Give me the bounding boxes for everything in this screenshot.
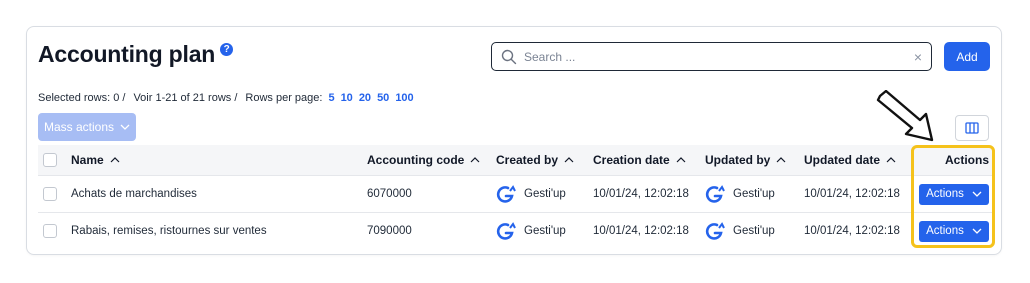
sort-up-icon [676, 157, 686, 163]
gestiup-logo-icon [705, 185, 725, 203]
gestiup-logo-icon [496, 222, 516, 240]
table-row[interactable]: Achats de marchandises 6070000 Gesti'up … [38, 175, 992, 212]
table-header: Name Accounting code Created by Creation… [38, 145, 992, 175]
cell-updated-by: Gesti'up [705, 222, 804, 240]
add-button[interactable]: Add [944, 42, 990, 71]
mass-actions-label: Mass actions [43, 120, 115, 134]
search-icon [501, 49, 517, 64]
actions-column-highlight [911, 145, 995, 248]
column-header-updated-date[interactable]: Updated date [804, 153, 917, 167]
gestiup-logo-icon [705, 222, 725, 240]
row-checkbox[interactable] [43, 224, 57, 238]
select-all-checkbox[interactable] [43, 153, 57, 167]
cell-created-by: Gesti'up [496, 185, 593, 203]
page-title: Accounting plan [38, 41, 216, 67]
cell-name: Achats de marchandises [71, 188, 197, 200]
sort-up-icon [470, 157, 480, 163]
table-row[interactable]: Rabais, remises, ristournes sur ventes 7… [38, 212, 992, 249]
column-header-created-by[interactable]: Created by [496, 153, 593, 167]
column-header-creation-date[interactable]: Creation date [593, 153, 705, 167]
mass-actions-button[interactable]: Mass actions [38, 113, 136, 141]
cell-creation-date: 10/01/24, 12:02:18 [593, 225, 689, 237]
accounting-plan-card: Accounting plan ? × Add Selected rows: 0… [26, 26, 1002, 255]
page-size-100[interactable]: 100 [395, 92, 413, 104]
page-size-5[interactable]: 5 [328, 92, 334, 104]
column-header-code[interactable]: Accounting code [367, 153, 496, 167]
clear-search-icon[interactable]: × [914, 49, 922, 65]
rows-per-page-label: Rows per page: [245, 92, 323, 104]
page-size-10[interactable]: 10 [341, 92, 353, 104]
column-header-updated-by[interactable]: Updated by [705, 153, 804, 167]
cell-code: 7090000 [367, 225, 412, 237]
cell-updated-date: 10/01/24, 12:02:18 [804, 225, 900, 237]
cell-updated-by: Gesti'up [705, 185, 804, 203]
search-input[interactable] [524, 49, 914, 64]
cell-code: 6070000 [367, 188, 412, 200]
sort-up-icon [886, 157, 896, 163]
search-box: × [491, 42, 932, 71]
pointer-arrow-icon [876, 90, 934, 142]
chevron-down-icon [120, 124, 130, 130]
sort-up-icon [776, 157, 786, 163]
columns-icon [965, 122, 979, 134]
cell-updated-date: 10/01/24, 12:02:18 [804, 188, 900, 200]
sort-up-icon [564, 157, 574, 163]
cell-name: Rabais, remises, ristournes sur ventes [71, 225, 267, 237]
title-row: Accounting plan ? [38, 41, 234, 68]
cell-creation-date: 10/01/24, 12:02:18 [593, 188, 689, 200]
accounting-table: Name Accounting code Created by Creation… [38, 145, 992, 249]
column-header-name[interactable]: Name [71, 153, 367, 167]
page-size-20[interactable]: 20 [359, 92, 371, 104]
sort-up-icon [110, 157, 120, 163]
columns-toggle-button[interactable] [955, 115, 989, 141]
table-meta: Selected rows: 0 / Voir 1-21 of 21 rows … [38, 92, 414, 104]
selected-rows-text: Selected rows: 0 / [38, 92, 126, 104]
question-icon[interactable]: ? [220, 43, 234, 56]
gestiup-logo-icon [496, 185, 516, 203]
rows-range-text: Voir 1-21 of 21 rows / [133, 92, 238, 104]
page-size-50[interactable]: 50 [377, 92, 389, 104]
cell-created-by: Gesti'up [496, 222, 593, 240]
row-checkbox[interactable] [43, 187, 57, 201]
